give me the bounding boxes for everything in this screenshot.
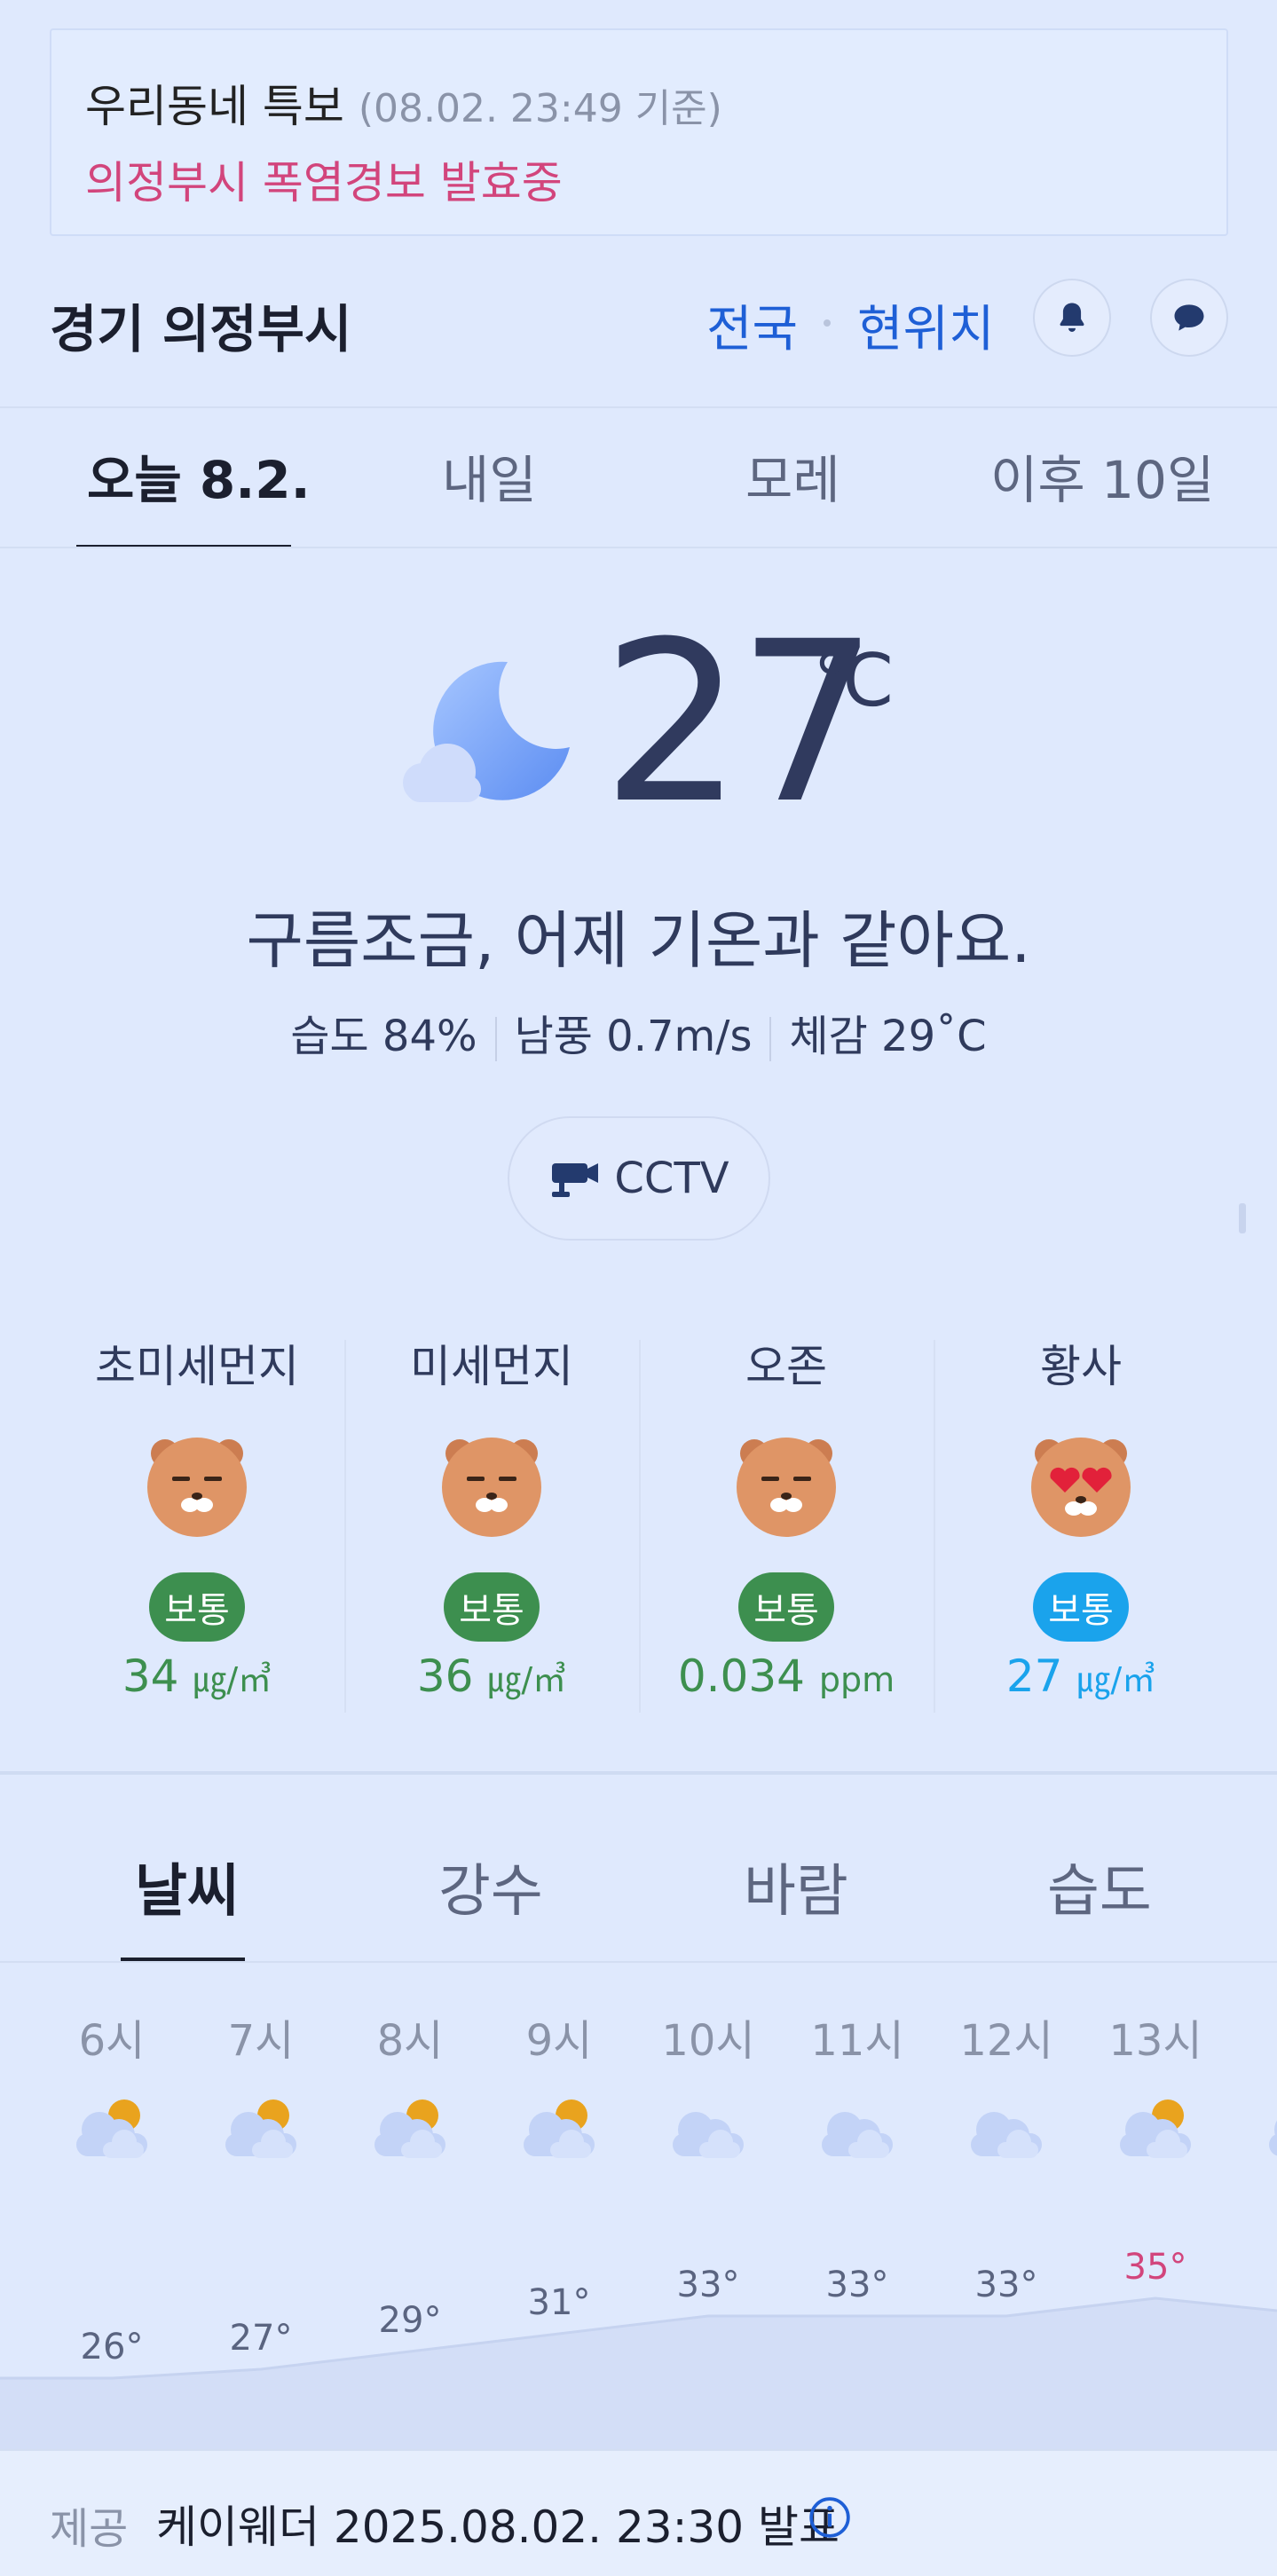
hour-label: 1 — [1251, 2005, 1277, 2055]
hour-label: 12시 — [959, 2016, 1053, 2066]
nationwide-link[interactable]: 전국 — [706, 289, 798, 361]
value-number: 0.034 — [677, 1650, 805, 1702]
chat-bubble-icon — [1174, 304, 1204, 331]
weather-details: 습도 84% 남풍 0.7m/s 체감 29˚C — [0, 1001, 1277, 1063]
divider — [0, 547, 1277, 548]
value-unit: ppm — [818, 1660, 895, 1699]
hour-label: 8시 — [376, 2016, 444, 2066]
air-quality-label: 초미세먼지 — [95, 1341, 299, 1392]
air-quality-label: 황사 — [1040, 1341, 1122, 1392]
partly-cloudy-icon — [67, 2092, 156, 2167]
air-quality-pm25[interactable]: 초미세먼지 보통 34 ㎍/㎥ — [50, 1331, 344, 1721]
value-number: 34 — [122, 1650, 179, 1702]
tab-humidity[interactable]: 습도 — [1047, 1846, 1152, 1927]
tab-precipitation[interactable]: 강수 — [438, 1846, 543, 1927]
air-quality-value: 0.034 ppm — [639, 1650, 934, 1702]
details-separator — [494, 1017, 497, 1061]
value-number: 36 — [416, 1650, 474, 1702]
partly-cloudy-icon — [217, 2092, 305, 2167]
tab-weather[interactable]: 날씨 — [135, 1846, 240, 1927]
tab-day-after[interactable]: 모레 — [745, 438, 840, 513]
notification-button[interactable] — [1033, 279, 1111, 357]
footer-label: 제공 — [50, 2504, 129, 2554]
cctv-button[interactable]: CCTV — [508, 1116, 770, 1241]
air-quality-label: 오존 — [745, 1341, 827, 1392]
status-badge: 보통 — [444, 1572, 540, 1642]
bear-face-neutral-icon — [729, 1427, 843, 1544]
chat-button[interactable] — [1150, 279, 1228, 357]
hour-label: 9시 — [525, 2016, 593, 2066]
partly-cloudy-icon — [366, 2092, 454, 2167]
status-badge: 보통 — [1033, 1572, 1129, 1642]
value-number: 27 — [1005, 1650, 1063, 1702]
partly-cloudy-icon — [1260, 2092, 1277, 2167]
moon-cloud-icon — [401, 658, 579, 813]
air-quality-label: 미세먼지 — [410, 1341, 573, 1392]
section-divider — [0, 1771, 1277, 1775]
hourly-temperature-chart — [0, 2296, 1277, 2449]
hour-label: 11시 — [810, 2016, 904, 2066]
alert-message: 의정부시 폭염경보 발효중 — [85, 157, 563, 209]
weather-summary: 구름조금, 어제 기온과 같아요. — [246, 904, 1031, 977]
bear-face-hearts-icon — [1024, 1427, 1138, 1544]
alert-title-row: 우리동네 특보 (08.02. 23:49 기준) — [85, 71, 722, 135]
status-badge: 보통 — [149, 1572, 245, 1642]
divider — [0, 1961, 1277, 1963]
tab-tomorrow[interactable]: 내일 — [442, 438, 537, 513]
value-unit: ㎍/㎥ — [193, 1660, 272, 1699]
air-quality-yellow-dust[interactable]: 황사 보통 27 ㎍/㎥ — [934, 1331, 1228, 1721]
tab-wind[interactable]: 바람 — [744, 1846, 848, 1927]
details-separator — [769, 1017, 772, 1061]
cloudy-icon — [813, 2092, 902, 2167]
info-icon[interactable] — [808, 2495, 852, 2540]
divider — [0, 406, 1277, 408]
value-unit: ㎍/㎥ — [1076, 1660, 1156, 1699]
feels-like-value: 체감 29˚C — [789, 1012, 987, 1061]
location-bar: 경기 의정부시 전국 현위치 — [0, 266, 1277, 408]
air-quality-value: 34 ㎍/㎥ — [50, 1650, 344, 1702]
location-name: 경기 의정부시 — [50, 299, 352, 359]
tab-10-days[interactable]: 이후 10일 — [990, 438, 1214, 513]
hour-label: 13시 — [1108, 2016, 1202, 2066]
partly-cloudy-icon — [1111, 2092, 1200, 2167]
air-quality-pm10[interactable]: 미세먼지 보통 36 ㎍/㎥ — [344, 1331, 639, 1721]
air-quality-ozone[interactable]: 오존 보통 0.034 ppm — [639, 1331, 934, 1721]
bear-face-neutral-icon — [435, 1427, 548, 1544]
alert-time: (08.02. 23:49 기준) — [358, 86, 722, 131]
cloudy-icon — [962, 2092, 1051, 2167]
link-separator-dot — [824, 319, 831, 327]
hour-label: 7시 — [227, 2016, 295, 2066]
alert-title: 우리동네 특보 — [85, 81, 344, 132]
bell-icon — [1060, 303, 1084, 332]
partly-cloudy-icon — [515, 2092, 603, 2167]
cctv-camera-icon — [552, 1163, 599, 1197]
tab-today[interactable]: 오늘 8.2. — [87, 438, 311, 513]
scrollbar-thumb[interactable] — [1239, 1203, 1246, 1233]
value-unit: ㎍/㎥ — [487, 1660, 567, 1699]
temperature-unit: ℃ — [813, 639, 895, 723]
hour-label: 6시 — [78, 2016, 146, 2066]
weather-alert-box[interactable]: 우리동네 특보 (08.02. 23:49 기준) 의정부시 폭염경보 발효중 — [50, 28, 1228, 236]
wind-value: 남풍 0.7m/s — [514, 1012, 753, 1061]
footer: 제공 케이웨더 2025.08.02. 23:30 발표 — [0, 2449, 1277, 2576]
air-quality-value: 36 ㎍/㎥ — [344, 1650, 639, 1702]
hour-label: 10시 — [661, 2016, 755, 2066]
air-quality-value: 27 ㎍/㎥ — [934, 1650, 1228, 1702]
cloudy-icon — [664, 2092, 753, 2167]
current-location-link[interactable]: 현위치 — [857, 289, 995, 361]
footer-provider: 케이웨더 2025.08.02. 23:30 발표 — [156, 2501, 840, 2553]
status-badge: 보통 — [738, 1572, 834, 1642]
cctv-label: CCTV — [614, 1154, 729, 1203]
bear-face-neutral-icon — [140, 1427, 254, 1544]
humidity-value: 습도 84% — [290, 1012, 477, 1061]
